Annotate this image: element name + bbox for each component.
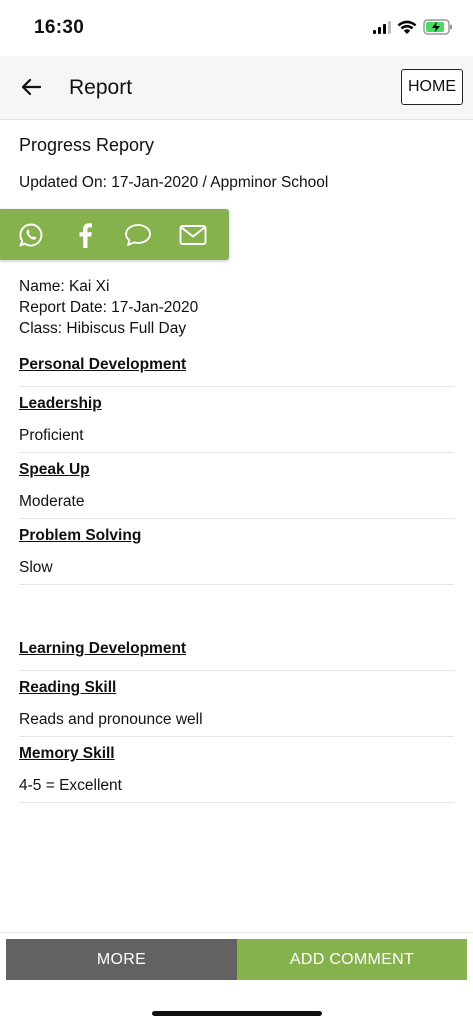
section-personal-development: Personal Development Leadership Proficie…: [19, 349, 454, 585]
email-icon[interactable]: [179, 221, 207, 249]
whatsapp-icon[interactable]: [17, 221, 45, 249]
cellular-signal-icon: [373, 20, 391, 34]
item-value: 4-5 = Excellent: [19, 770, 454, 803]
item-value: Moderate: [19, 486, 454, 519]
item-label: Leadership: [19, 395, 102, 412]
report-title: Progress Repory: [19, 135, 155, 155]
item-value: Proficient: [19, 420, 454, 453]
status-bar: 16:30: [0, 0, 473, 56]
home-button[interactable]: HOME: [401, 69, 463, 105]
status-time: 16:30: [34, 17, 85, 38]
arrow-left-icon: [21, 78, 41, 96]
student-class: Class: Hibiscus Full Day: [19, 320, 187, 337]
wifi-icon: [397, 20, 417, 34]
page-title: Report: [69, 76, 133, 99]
share-bar: [0, 209, 229, 260]
app-bar: Report HOME: [0, 56, 473, 120]
report-sections: Personal Development Leadership Proficie…: [19, 349, 454, 803]
bottom-action-bar: MORE ADD COMMENT: [0, 932, 473, 1024]
report-date: Report Date: 17-Jan-2020: [19, 299, 199, 316]
item-label: Reading Skill: [19, 679, 117, 696]
section-title: Personal Development: [19, 349, 454, 387]
item-label: Memory Skill: [19, 745, 115, 762]
chat-bubble-icon[interactable]: [124, 221, 152, 249]
item-value: Reads and pronounce well: [19, 704, 454, 737]
status-icons: [373, 19, 453, 35]
student-info: Name: Kai Xi Report Date: 17-Jan-2020 Cl…: [19, 276, 198, 339]
facebook-icon[interactable]: [71, 221, 99, 249]
item-label: Speak Up: [19, 461, 90, 478]
item-value: Slow: [19, 552, 454, 585]
item-label: Problem Solving: [19, 527, 142, 544]
section-title: Learning Development: [19, 633, 454, 671]
more-button[interactable]: MORE: [6, 939, 237, 980]
battery-charging-icon: [423, 19, 452, 35]
add-comment-button[interactable]: ADD COMMENT: [237, 939, 467, 980]
section-learning-development: Learning Development Reading Skill Reads…: [19, 633, 454, 803]
back-button[interactable]: [16, 72, 46, 102]
home-indicator[interactable]: [152, 1011, 322, 1016]
student-name: Name: Kai Xi: [19, 278, 110, 295]
updated-info: Updated On: 17-Jan-2020 / Appminor Schoo…: [19, 174, 329, 191]
